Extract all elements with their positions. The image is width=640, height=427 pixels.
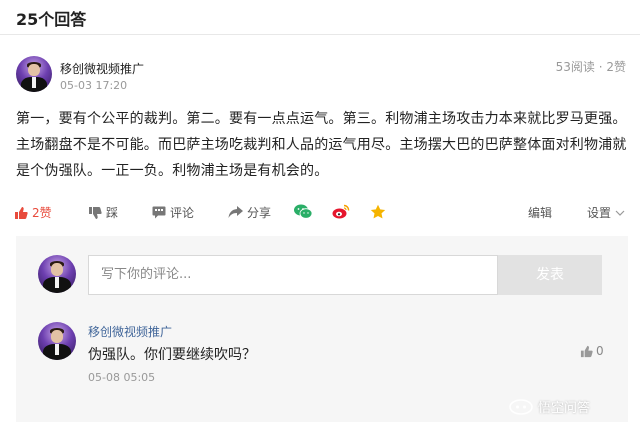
header-divider (0, 34, 640, 35)
wechat-icon (294, 204, 312, 219)
commenter-avatar[interactable] (38, 322, 76, 360)
comment-button[interactable]: 评论 (152, 204, 194, 221)
star-icon (370, 204, 386, 219)
comment-label: 评论 (170, 206, 195, 220)
dislike-label: 踩 (106, 206, 119, 220)
submit-comment-button[interactable]: 发表 (498, 255, 602, 295)
comment-like-button[interactable]: 0 (580, 344, 604, 358)
comment-text: 伪强队。你们要继续吹吗？ (88, 347, 256, 363)
comment-icon (152, 206, 166, 219)
action-bar: 2赞 踩 评论 分享 编辑 设置 (14, 204, 628, 224)
share-button[interactable]: 分享 (228, 204, 271, 221)
edit-button[interactable]: 编辑 (528, 204, 552, 221)
thumbs-up-icon (15, 206, 28, 219)
share-label: 分享 (247, 206, 272, 220)
comment-like-count: 0 (596, 344, 604, 358)
like-count: 2赞 (32, 206, 52, 220)
share-icon (228, 206, 243, 218)
answer-body: 第一，要有个公平的裁判。第二。要有一点点运气。第三。利物浦主场攻击力本来就比罗马… (16, 111, 627, 179)
answers-count-title: 25个回答 (16, 10, 87, 29)
commenter-name[interactable]: 移创微视频推广 (88, 323, 172, 340)
weibo-icon (332, 204, 350, 219)
author-avatar[interactable] (16, 56, 52, 92)
comment-date: 05-08 05:05 (88, 371, 156, 384)
wukong-logo-icon (509, 398, 533, 415)
wukong-watermark: 悟空问答 (508, 397, 590, 416)
chevron-down-icon (615, 210, 625, 216)
current-user-avatar[interactable] (38, 255, 76, 293)
like-button[interactable]: 2赞 (14, 204, 52, 221)
answer-stats: 53阅读 · 2赞 (555, 60, 626, 74)
comment-input[interactable]: 写下你的评论... (88, 255, 498, 295)
settings-dropdown[interactable]: 设置 (587, 204, 625, 221)
watermark-text: 悟空问答 (538, 401, 591, 416)
settings-label: 设置 (587, 206, 612, 220)
share-wechat-button[interactable] (294, 204, 312, 219)
share-weibo-button[interactable] (332, 204, 350, 219)
favorite-button[interactable] (370, 204, 386, 220)
edit-label: 编辑 (528, 206, 553, 220)
answer-date: 05-03 17:20 (60, 79, 128, 92)
thumbs-down-icon (89, 206, 102, 219)
thumbs-up-icon (580, 345, 593, 357)
author-name[interactable]: 移创微视频推广 (60, 60, 144, 77)
dislike-button[interactable]: 踩 (88, 204, 118, 221)
